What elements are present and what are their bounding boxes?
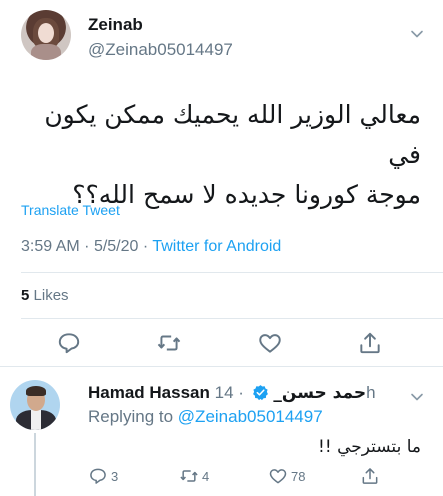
chevron-down-icon[interactable] — [409, 26, 425, 42]
reply-text: ما بتسترجي !! — [318, 437, 421, 457]
reply-actions: 3 4 78 — [0, 465, 443, 489]
divider — [21, 272, 443, 273]
avatar[interactable] — [21, 10, 71, 60]
tweet-text-line-1: معالي الوزير الله يحميك ممكن يكون في — [44, 100, 421, 169]
avatar-body — [31, 44, 61, 60]
translate-tweet-link[interactable]: Translate Tweet — [21, 202, 120, 218]
reply-button[interactable] — [56, 330, 82, 356]
tweet-time: 3:59 AM — [21, 238, 80, 255]
main-tweet: Zeinab @Zeinab05014497 معالي الوزير الله… — [0, 0, 443, 366]
verified-badge-icon — [252, 385, 268, 401]
chevron-down-icon[interactable] — [409, 389, 425, 405]
reply-button[interactable]: 3 — [88, 465, 118, 487]
reply-icon — [58, 333, 80, 354]
avatar-shirt — [31, 410, 41, 430]
tweet-actions — [0, 330, 443, 360]
meta-separator: · — [84, 238, 90, 255]
share-icon — [362, 468, 378, 484]
retweet-count: 4 — [202, 468, 210, 484]
meta-separator: · — [142, 238, 149, 255]
share-button[interactable] — [360, 465, 383, 487]
tweet-text: معالي الوزير الله يحميك ممكن يكون في موج… — [11, 95, 421, 215]
like-icon — [269, 469, 287, 484]
reply-tweet[interactable]: Hamad Hassan حمد حسن_ · 14h Replying to … — [0, 367, 443, 496]
retweet-icon — [180, 470, 198, 482]
reply-icon — [90, 468, 106, 484]
replying-handle-link[interactable]: @Zeinab05014497 — [178, 407, 323, 426]
divider — [21, 318, 443, 319]
retweet-button[interactable] — [156, 330, 182, 356]
retweet-icon — [157, 335, 181, 351]
replying-to: Replying to @Zeinab05014497 — [88, 407, 323, 427]
like-icon — [259, 334, 281, 353]
like-button[interactable]: 78 — [268, 465, 305, 487]
reply-display-name: Hamad Hassan — [88, 383, 210, 402]
share-icon — [360, 332, 380, 354]
reply-author[interactable]: Hamad Hassan حمد حسن_ · 14h — [88, 383, 376, 403]
replying-label: Replying to — [88, 407, 174, 426]
user-handle[interactable]: @Zeinab05014497 — [88, 40, 233, 60]
like-count: 78 — [291, 468, 306, 484]
reply-display-name-arabic: حمد حسن_ — [273, 383, 367, 403]
reply-avatar[interactable] — [10, 380, 60, 430]
like-button[interactable] — [257, 330, 283, 356]
share-button[interactable] — [357, 330, 383, 356]
likes-count[interactable]: 5 Likes — [21, 287, 69, 304]
reply-count: 3 — [111, 468, 119, 484]
avatar-hair — [26, 386, 46, 396]
tweet-date: 5/5/20 — [93, 238, 139, 255]
likes-label: Likes — [33, 287, 69, 304]
display-name[interactable]: Zeinab — [88, 15, 143, 35]
likes-number: 5 — [21, 287, 30, 304]
tweet-metadata: 3:59 AM · 5/5/20 · Twitter for Android — [21, 238, 281, 256]
tweet-source-link[interactable]: Twitter for Android — [152, 238, 281, 255]
avatar-face — [38, 23, 54, 43]
retweet-button[interactable]: 4 — [179, 465, 209, 487]
